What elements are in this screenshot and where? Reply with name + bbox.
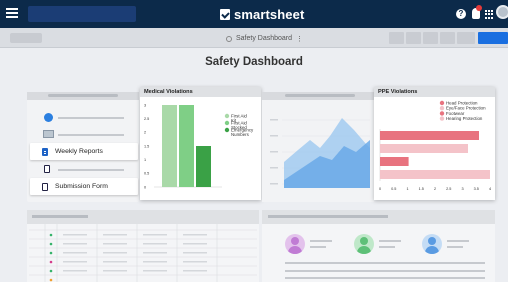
help-icon[interactable]: ? [456,9,466,19]
y-tick-label: 3 [144,103,146,107]
ppe-violations-chart-card: PPE Violations 0 0.5 1 1.5 2 2.5 3 3.5 4 Head Pro… [374,87,495,200]
legend-swatch [439,111,445,116]
apps-grid-icon[interactable] [485,10,494,19]
x-tick-label: 0.5 [391,187,396,191]
legend-label-line: Numbers [231,132,250,137]
sub-toolbar-left-button[interactable] [10,33,42,43]
medical-violations-chart-card: Medical Violations 3 2.5 2 1.5 1 0.5 0 First Ai… [140,87,261,200]
hamburger-menu-icon[interactable] [6,8,18,18]
contact-notes-placeholder [285,262,485,264]
x-tick-label: 3.5 [474,187,479,191]
area-chart-axis-placeholders [270,119,278,185]
y-tick-label: 2 [144,131,146,135]
contacts-widget-header-placeholder [268,215,388,218]
x-tick-label: 3 [461,187,463,191]
contact-avatar-1[interactable] [285,234,305,254]
ppe-violations-title: PPE Violations [374,87,495,97]
contact-name-placeholder [447,240,469,242]
contact-name-placeholder [379,240,401,242]
x-tick-label: 1 [406,187,408,191]
bar-eye-face-protection [380,144,468,153]
submission-form-label: Submission Form [55,183,108,190]
toolbar-button-2[interactable] [406,32,421,44]
grid-widget-header-placeholder [32,215,88,218]
smartsheet-logo-icon [220,8,230,20]
bar-head-protection [380,131,479,140]
grid-table [29,224,257,282]
form-icon [42,182,48,191]
contact-notes-placeholder [285,270,485,272]
bar-hearing-protection [380,170,490,179]
contact-title-placeholder [310,246,326,248]
page-title: Safety Dashboard [205,56,303,68]
document-icon [42,147,48,156]
search-input[interactable] [28,6,136,22]
bar-emergency-numbers [196,146,211,187]
legend-swatch [224,113,230,119]
link-card-icon[interactable] [43,130,54,138]
y-tick-label: 1 [144,158,146,162]
ppe-violations-chart: 0 0.5 1 1.5 2 2.5 3 3.5 4Head ProtectionEye/Face… [379,100,491,192]
bar-first-aid-kit [162,105,177,187]
brand-logo: smartsheet [220,6,304,22]
contact-title-placeholder [447,246,463,248]
blank-document-icon[interactable] [44,165,50,173]
medical-violations-title: Medical Violations [140,87,261,97]
legend-label: Emergency Numbers [231,127,254,137]
title-menu-icon[interactable]: ⋮ [296,35,303,43]
legend-swatch [439,100,445,106]
area-chart [270,118,370,188]
grid-status-dots [49,233,53,282]
legend-swatch [224,120,230,126]
link-placeholder [58,117,124,119]
y-tick-label: 1.5 [144,144,149,148]
bar-first-aid-stocked [179,105,194,187]
y-tick-label: 0 [144,185,146,189]
x-tick-label: 0 [379,187,381,191]
contact-avatar-3[interactable] [422,234,442,254]
y-tick-label: 0.5 [144,172,149,176]
legend-swatch [224,127,230,133]
x-tick-label: 4 [489,187,491,191]
legend-swatch [439,106,445,111]
toolbar-button-1[interactable] [389,32,404,44]
contact-title-placeholder [379,246,395,248]
contact-name-placeholder [310,240,332,242]
share-button[interactable] [478,32,508,44]
link-placeholder [58,134,124,136]
favorite-icon[interactable] [226,35,232,42]
link-placeholder [58,169,124,171]
legend-swatch [439,116,445,121]
weekly-reports-label: Weekly Reports [55,148,103,155]
sheet-title-label: Safety Dashboard [236,35,293,42]
brand-name: smartsheet [234,6,305,22]
avatar[interactable] [496,5,508,19]
x-tick-label: 1.5 [419,187,424,191]
y-tick-label: 2.5 [144,117,149,121]
sheet-title[interactable]: Safety Dashboard ⋮ [226,33,303,44]
toolbar-button-4[interactable] [440,32,455,44]
toolbar-button-3[interactable] [423,32,438,44]
x-tick-label: 2.5 [446,187,451,191]
x-tick-label: 2 [434,187,436,191]
toolbar-button-5[interactable] [457,32,475,44]
notification-badge [476,5,482,11]
contact-notes-placeholder [285,277,485,279]
submission-form-link[interactable]: Submission Form [30,178,138,195]
medical-violations-chart: 32.521.510.50First Aid KitFirst Aid Stocke… [144,103,254,189]
weekly-reports-link[interactable]: Weekly Reports [30,143,138,160]
bar-footwear [380,157,409,166]
contact-avatar-2[interactable] [354,234,374,254]
legend-label: Hearing Protection [446,116,483,121]
links-widget-header-placeholder [48,94,118,97]
link-globe-icon[interactable] [44,113,53,122]
trend-widget-header-placeholder [285,94,355,97]
